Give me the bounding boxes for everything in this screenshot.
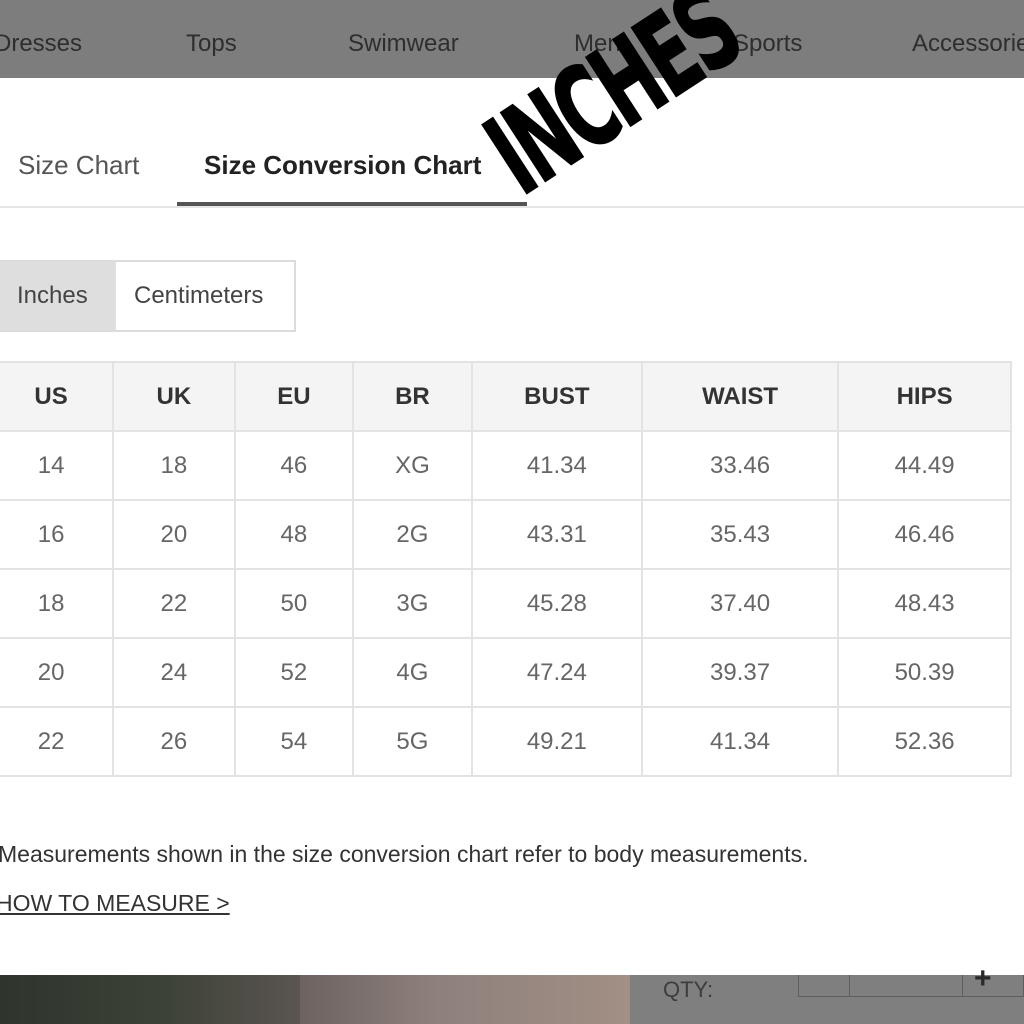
cell-us: 20: [0, 637, 115, 708]
cell-us: 18: [0, 568, 115, 639]
cell-waist: 39.37: [640, 637, 840, 708]
top-navigation: Dresses Tops Swimwear Men Sports Accesso…: [0, 0, 1024, 78]
cell-hips: 48.43: [837, 568, 1012, 639]
size-conversion-table: US UK EU BR BUST WAIST HIPS 14 18 46 XG …: [0, 361, 1012, 777]
cell-bust: 45.28: [470, 568, 643, 639]
cell-br: 5G: [352, 706, 473, 777]
table-header-row: US UK EU BR BUST WAIST HIPS: [0, 361, 1012, 432]
how-to-measure-link[interactable]: HOW TO MEASURE >: [0, 890, 230, 917]
table-row: 22 26 54 5G 49.21 41.34 52.36: [0, 706, 1012, 777]
cell-uk: 22: [112, 568, 236, 639]
header-waist: WAIST: [640, 361, 840, 432]
cell-eu: 52: [233, 637, 355, 708]
cell-waist: 33.46: [640, 430, 840, 501]
unit-toggle: Inches Centimeters: [0, 260, 296, 332]
cell-us: 16: [0, 499, 115, 570]
product-photo-secondary: [300, 975, 630, 1024]
cell-uk: 24: [112, 637, 236, 708]
product-photo: [0, 975, 300, 1024]
header-uk: UK: [112, 361, 236, 432]
measurement-note: Measurements shown in the size conversio…: [0, 841, 809, 867]
table-row: 14 18 46 XG 41.34 33.46 44.49: [0, 430, 1012, 501]
cell-eu: 50: [233, 568, 355, 639]
stepper-divider: [962, 975, 963, 997]
unit-centimeters-button[interactable]: Centimeters: [116, 262, 294, 330]
cell-us: 22: [0, 706, 115, 777]
cell-hips: 50.39: [837, 637, 1012, 708]
cell-eu: 48: [233, 499, 355, 570]
nav-item-dresses[interactable]: Dresses: [0, 30, 82, 58]
cell-waist: 37.40: [640, 568, 840, 639]
header-us: US: [0, 361, 115, 432]
header-hips: HIPS: [837, 361, 1012, 432]
cell-br: 2G: [352, 499, 473, 570]
header-eu: EU: [233, 361, 355, 432]
stepper-divider: [849, 975, 850, 997]
cell-eu: 54: [233, 706, 355, 777]
cell-us: 14: [0, 430, 115, 501]
cell-eu: 46: [233, 430, 355, 501]
plus-icon[interactable]: +: [974, 962, 992, 996]
cell-uk: 20: [112, 499, 236, 570]
qty-label: QTY:: [663, 977, 714, 1002]
header-bust: BUST: [470, 361, 643, 432]
active-tab-indicator: [177, 202, 527, 206]
cell-waist: 35.43: [640, 499, 840, 570]
nav-item-tops[interactable]: Tops: [186, 30, 237, 58]
cell-br: 3G: [352, 568, 473, 639]
tab-size-conversion-chart[interactable]: Size Conversion Chart: [204, 150, 481, 181]
cell-bust: 49.21: [470, 706, 643, 777]
cell-waist: 41.34: [640, 706, 840, 777]
cell-hips: 44.49: [837, 430, 1012, 501]
nav-item-accessories[interactable]: Accessories: [912, 30, 1024, 58]
unit-inches-button[interactable]: Inches: [0, 262, 116, 330]
size-guide-modal: Size Chart Size Conversion Chart Inches …: [0, 78, 1024, 975]
cell-uk: 18: [112, 430, 236, 501]
header-br: BR: [352, 361, 473, 432]
cell-br: 4G: [352, 637, 473, 708]
table-row: 18 22 50 3G 45.28 37.40 48.43: [0, 568, 1012, 639]
cell-bust: 47.24: [470, 637, 643, 708]
cell-hips: 46.46: [837, 499, 1012, 570]
tab-size-chart[interactable]: Size Chart: [18, 150, 139, 181]
cell-hips: 52.36: [837, 706, 1012, 777]
table-row: 20 24 52 4G 47.24 39.37 50.39: [0, 637, 1012, 708]
cell-bust: 43.31: [470, 499, 643, 570]
table-row: 16 20 48 2G 43.31 35.43 46.46: [0, 499, 1012, 570]
cell-uk: 26: [112, 706, 236, 777]
cell-bust: 41.34: [470, 430, 643, 501]
cell-br: XG: [352, 430, 473, 501]
nav-item-swimwear[interactable]: Swimwear: [348, 30, 459, 58]
